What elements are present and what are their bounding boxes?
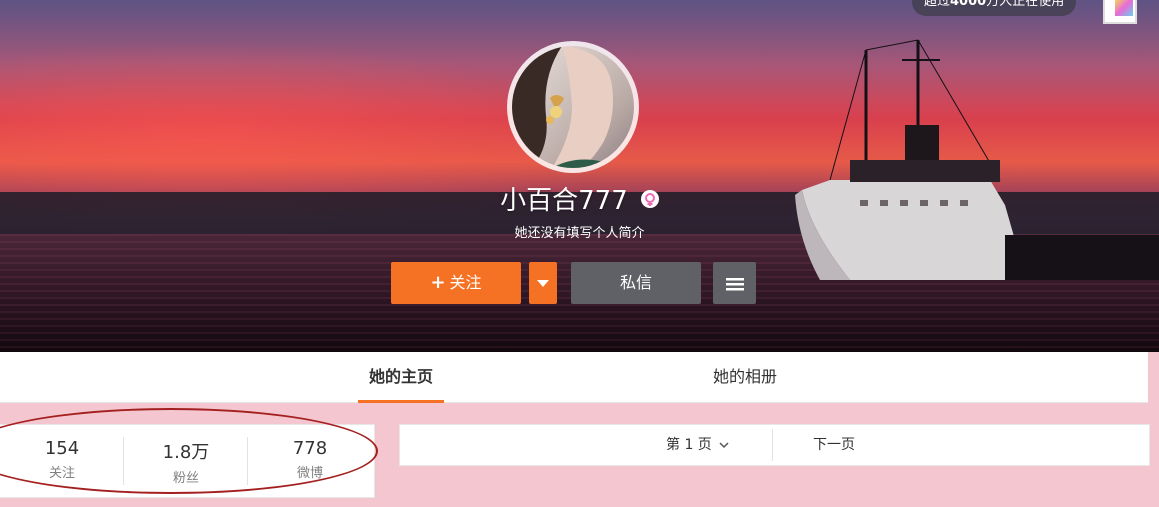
stat-following-value: 154	[44, 438, 80, 459]
notice-prefix: 超过	[924, 0, 951, 9]
plus-icon: +	[430, 272, 446, 293]
stat-followers[interactable]: 1.8万 粉丝	[124, 425, 248, 497]
stat-posts[interactable]: 778 微博	[248, 425, 372, 497]
app-thumbnail-image	[1115, 0, 1133, 16]
profile-name-row: 小百合777	[0, 180, 1159, 217]
hamburger-icon	[725, 277, 744, 290]
tab-album[interactable]: 她的相册	[690, 352, 800, 402]
profile-tabs: 她的主页 她的相册	[0, 352, 1148, 403]
pagination-bar: 第 1 页 下一页	[399, 424, 1150, 466]
tab-home[interactable]: 她的主页	[358, 352, 444, 403]
more-menu-button[interactable]	[713, 262, 756, 304]
profile-bio: 她还没有填写个人简介	[514, 226, 645, 241]
app-thumbnail[interactable]	[1103, 0, 1137, 24]
stat-followers-label: 粉丝	[172, 471, 199, 486]
profile-stats: 154 关注 1.8万 粉丝 778 微博	[0, 424, 375, 498]
notice-suffix: 万人正在使用	[986, 0, 1065, 9]
avatar[interactable]	[507, 41, 639, 173]
avatar-image	[512, 46, 634, 168]
user-count-notice: 超过4000万人正在使用	[912, 0, 1077, 16]
follow-button[interactable]: + 关注	[391, 262, 521, 304]
stat-posts-value: 778	[292, 438, 328, 459]
follow-label: 关注	[449, 273, 482, 292]
stat-following[interactable]: 154 关注	[0, 425, 124, 497]
next-page-link[interactable]: 下一页	[813, 425, 855, 465]
female-icon	[640, 189, 659, 208]
tab-album-label: 她的相册	[712, 367, 777, 386]
message-button[interactable]: 私信	[571, 262, 701, 304]
stat-followers-value: 1.8万	[162, 442, 210, 463]
divider	[772, 429, 773, 461]
stat-posts-label: 微博	[296, 466, 323, 481]
caret-down-icon	[537, 279, 549, 287]
notice-number: 4000	[950, 0, 987, 9]
current-page-label: 第 1 页	[666, 437, 712, 453]
chevron-down-icon	[719, 441, 729, 448]
follow-options-button[interactable]	[529, 262, 557, 304]
profile-name: 小百合777	[500, 186, 628, 216]
tab-home-label: 她的主页	[368, 367, 433, 386]
page-select-dropdown[interactable]: 第 1 页	[666, 425, 729, 465]
active-tab-indicator	[358, 400, 444, 403]
stat-following-label: 关注	[48, 466, 75, 481]
avatar-portrait	[512, 46, 622, 168]
